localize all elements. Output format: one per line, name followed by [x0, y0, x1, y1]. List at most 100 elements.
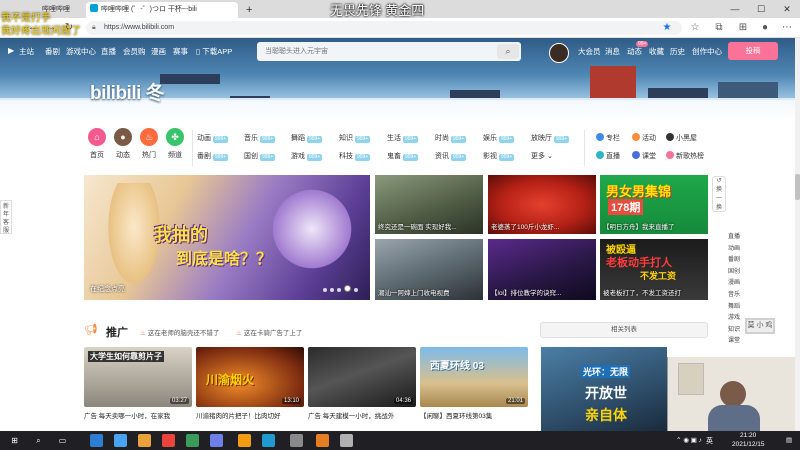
banner-carousel[interactable]: 我抽的 到底是啥？？ 在纪念点亮: [84, 175, 370, 300]
collections-icon[interactable]: ⧉: [712, 21, 726, 35]
side-nav-item[interactable]: 音乐: [722, 290, 746, 302]
video-card[interactable]: 西夏环线 03 21:01 【闲聊】西夏环线第03集: [420, 347, 528, 420]
channel-music[interactable]: 音乐 999+: [244, 133, 276, 143]
maximize-icon[interactable]: ☐: [748, 0, 774, 18]
clock-time[interactable]: 21:20: [740, 432, 756, 439]
extensions-icon[interactable]: ⊞: [736, 21, 750, 35]
carousel-dot[interactable]: [323, 288, 327, 292]
notification-icon[interactable]: ▤: [786, 436, 792, 444]
promo-hot-item[interactable]: ♨ 这在卡骑广告了上了: [236, 327, 302, 337]
carousel-dot-active[interactable]: [344, 285, 351, 292]
side-nav-item[interactable]: 游戏: [722, 313, 746, 325]
nav-manga[interactable]: 漫画: [151, 46, 166, 57]
nav-vip[interactable]: 大会员: [578, 46, 601, 57]
channel-hot[interactable]: ♨ 热门: [136, 128, 162, 160]
video-card[interactable]: 【lol】排位教学的诀窍...: [488, 239, 596, 300]
taskbar-app-icon[interactable]: [90, 434, 103, 447]
channel-dance[interactable]: 舞蹈 999+: [291, 133, 323, 143]
close-icon[interactable]: ✕: [774, 0, 800, 18]
edge-browser-icon[interactable]: [262, 434, 275, 447]
new-tab-icon[interactable]: +: [242, 2, 256, 18]
video-card[interactable]: 潮汕一阿婶上门收电视费: [375, 239, 483, 300]
scrollbar-thumb[interactable]: [795, 174, 800, 200]
bilibili-logo[interactable]: bilibili 冬: [90, 78, 165, 105]
nav-download-app[interactable]: ▯ 下载APP: [196, 46, 232, 57]
nav-favorites[interactable]: 收藏: [649, 46, 664, 57]
language-indicator[interactable]: 英: [706, 436, 713, 446]
extra-live[interactable]: 直播: [596, 151, 620, 161]
related-list-button[interactable]: 相关列表: [540, 322, 708, 338]
nav-main-site[interactable]: 主站: [19, 46, 34, 57]
bilibili-home-icon[interactable]: ▶: [8, 46, 14, 55]
nav-shop[interactable]: 会员购: [123, 46, 146, 57]
extra-column[interactable]: 专栏: [596, 133, 620, 143]
taskbar-app-icon[interactable]: [340, 434, 353, 447]
nav-anime[interactable]: 番剧: [45, 46, 60, 57]
nav-esports[interactable]: 赛事: [173, 46, 188, 57]
url-input[interactable]: 🔒︎ https://www.bilibili.com: [86, 21, 682, 35]
video-card[interactable]: 男女男集锦 178期 【明日方舟】我来直播了: [600, 175, 708, 234]
channel-channels[interactable]: ✤ 频道: [162, 128, 188, 160]
video-card[interactable]: 被殴逼 老板动手打人 不发工资 被老板打了，不发工资还打: [600, 239, 708, 300]
side-nav-item[interactable]: 番剧: [722, 255, 746, 267]
nav-messages[interactable]: 消息: [605, 46, 620, 57]
channel-fashion[interactable]: 时尚 999+: [435, 133, 467, 143]
refresh-recommendations[interactable]: ↺ 换 一 换: [712, 176, 726, 212]
side-nav-item[interactable]: 直播: [722, 232, 746, 244]
side-nav-item[interactable]: 漫画: [722, 278, 746, 290]
channel-animation[interactable]: 动画 999+: [197, 133, 229, 143]
scrollbar-track[interactable]: [795, 38, 800, 431]
channel-entertainment[interactable]: 娱乐 999+: [483, 133, 515, 143]
upload-button[interactable]: 投稿: [728, 42, 778, 60]
extra-blackroom[interactable]: 小黑屋: [666, 133, 697, 143]
taskbar-app-icon[interactable]: [316, 434, 329, 447]
channel-home[interactable]: ⌂ 首页: [84, 128, 110, 160]
carousel-dot[interactable]: [330, 288, 334, 292]
task-view-icon[interactable]: ▭: [56, 434, 69, 447]
nav-game-center[interactable]: 游戏中心: [66, 46, 96, 57]
tray-icons[interactable]: ⌃ ◉ ▣ ♪: [676, 436, 702, 444]
taskbar-app-icon[interactable]: [238, 434, 251, 447]
promo-hot-item[interactable]: ♨ 这在老师的脑壳还不错了: [140, 327, 219, 337]
side-nav-item[interactable]: 舞蹈: [722, 302, 746, 314]
channel-movies[interactable]: 影视 999+: [483, 151, 515, 161]
video-card[interactable]: 老婆蒸了100斤小龙虾...: [488, 175, 596, 234]
channel-theater[interactable]: 放映厅 999+: [531, 133, 570, 143]
extra-hot-songs[interactable]: 新歌热榜: [666, 151, 704, 161]
search-icon[interactable]: ⌕: [32, 434, 45, 447]
channel-dynamic[interactable]: ● 动态: [110, 128, 136, 160]
taskbar-app-icon[interactable]: [210, 434, 223, 447]
carousel-dot[interactable]: [354, 288, 358, 292]
extra-activity[interactable]: 活动: [632, 133, 656, 143]
video-card[interactable]: 川渝烟火 13:10 川渝猪肉的片把子！比肉切好: [196, 347, 304, 420]
channel-tech[interactable]: 科技 999+: [339, 151, 371, 161]
side-nav-item[interactable]: 知识: [722, 325, 746, 337]
nav-creator-center[interactable]: 创作中心: [692, 46, 722, 57]
channel-knowledge[interactable]: 知识 999+: [339, 133, 371, 143]
video-card[interactable]: 终究还是一碗面 实现好我...: [375, 175, 483, 234]
taskbar-app-icon[interactable]: [138, 434, 151, 447]
channel-kichiku[interactable]: 鬼畜 999+: [387, 151, 419, 161]
nav-history[interactable]: 历史: [670, 46, 685, 57]
more-icon[interactable]: ⋯: [780, 21, 794, 35]
star-icon[interactable]: ★: [660, 21, 674, 35]
side-nav-item[interactable]: 动画: [722, 244, 746, 256]
search-icon[interactable]: ⌕: [497, 44, 519, 59]
video-card[interactable]: 大学生如何靠剪片子 03:27 广告 每天卖哪一小时，在家我: [84, 347, 192, 420]
channel-life[interactable]: 生活 999+: [387, 133, 419, 143]
advertisement-banner[interactable]: 光环：无限 开放世 亲自体: [541, 347, 667, 431]
taskbar-app-icon[interactable]: [186, 434, 199, 447]
taskbar-app-icon[interactable]: [114, 434, 127, 447]
side-nav-item[interactable]: 课堂: [722, 336, 746, 348]
browser-tab-active[interactable]: 哔哩哔哩 (゜-゜)つロ 干杯~-bili: [86, 2, 238, 18]
taskbar-app-icon[interactable]: [290, 434, 303, 447]
extra-classroom[interactable]: 课堂: [632, 151, 656, 161]
avatar[interactable]: [549, 43, 569, 63]
windows-start-icon[interactable]: ⊞: [8, 434, 21, 447]
favorites-icon[interactable]: ☆: [688, 21, 702, 35]
profile-icon[interactable]: ●: [758, 21, 772, 35]
channel-guochuang[interactable]: 国创 999+: [244, 151, 276, 161]
taskbar-app-icon[interactable]: [162, 434, 175, 447]
search-input[interactable]: [257, 42, 497, 61]
minimize-icon[interactable]: —: [722, 0, 748, 18]
